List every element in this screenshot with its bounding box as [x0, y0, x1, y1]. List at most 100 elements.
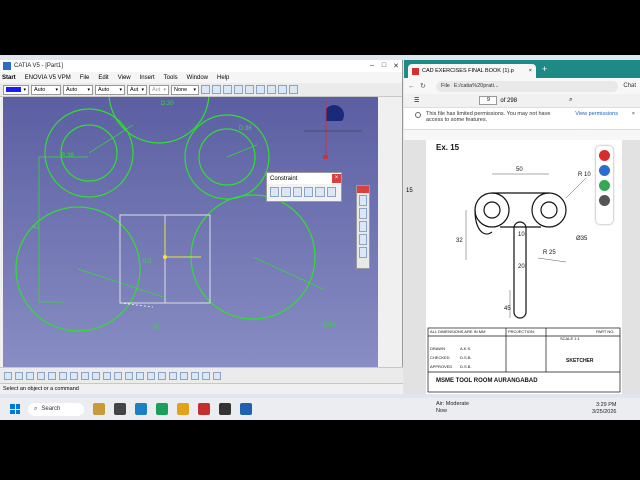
constraint-panel: Constraint ×	[266, 172, 342, 202]
trim-icon[interactable]	[359, 221, 367, 232]
linetype-select[interactable]: Auto ▾	[31, 84, 61, 95]
paste-icon[interactable]	[70, 371, 78, 380]
none-select[interactable]: None ▾	[171, 84, 199, 95]
taskbar-app-chrome[interactable]	[156, 403, 168, 415]
windows-start-icon[interactable]	[10, 404, 20, 414]
menu-tools[interactable]: Tools	[164, 75, 178, 81]
catia-logo-icon	[3, 62, 11, 70]
save-icon[interactable]	[26, 371, 34, 380]
copilot-chat-button[interactable]: Chat	[623, 83, 636, 89]
taskbar-app-terminal[interactable]	[219, 403, 231, 415]
taskbar-app-widgets[interactable]	[93, 403, 105, 415]
new-tab-icon[interactable]: +	[542, 64, 547, 74]
dim-20: 20	[518, 264, 525, 270]
menu-edit[interactable]: Edit	[98, 75, 108, 81]
row-approved: APPROVED	[430, 364, 452, 369]
menu-insert[interactable]: Insert	[140, 75, 155, 81]
measure-icon[interactable]	[202, 371, 210, 380]
tab-close-icon[interactable]: ×	[529, 68, 532, 74]
taskbar-app-pdf[interactable]	[240, 403, 252, 415]
tab-pdf[interactable]: CAD EXERCISES FINAL BOOK (1).p ×	[408, 64, 536, 78]
notice-close-icon[interactable]: ×	[632, 111, 635, 117]
system-clock[interactable]: 3:29 PM 3/25/2026	[592, 402, 616, 416]
circle-icon[interactable]	[267, 85, 276, 94]
profile-icon[interactable]	[359, 195, 367, 206]
line-icon[interactable]	[256, 85, 265, 94]
dim-r10: R 10	[578, 172, 591, 178]
paint-icon[interactable]	[201, 85, 210, 94]
snap-icon[interactable]	[223, 85, 232, 94]
page-total: of 298	[500, 97, 518, 104]
mirror-icon[interactable]	[359, 234, 367, 245]
zoom-out-icon[interactable]	[136, 371, 144, 380]
normal-view-icon[interactable]	[147, 371, 155, 380]
label-00: 0.0	[143, 259, 152, 265]
taskbar-app-catia[interactable]	[198, 403, 210, 415]
close-icon[interactable]: ✕	[390, 62, 402, 70]
zoom-in-icon[interactable]	[125, 371, 133, 380]
project-icon[interactable]	[359, 247, 367, 258]
hide-show-icon[interactable]	[180, 371, 188, 380]
contact-constraint-icon[interactable]	[292, 187, 302, 197]
grid-icon[interactable]	[212, 85, 221, 94]
shading-icon[interactable]	[169, 371, 177, 380]
menu-view[interactable]: View	[118, 75, 131, 81]
page-number-input[interactable]: 9	[479, 96, 498, 105]
menu-enovia[interactable]: ENOVIA V5 VPM	[25, 75, 71, 81]
animate-constraint-icon[interactable]	[326, 187, 336, 197]
auto-constraint-icon[interactable]	[315, 187, 325, 197]
weight-select[interactable]: Auto ▾	[63, 84, 93, 95]
menu-help[interactable]: Help	[217, 75, 229, 81]
fix-together-icon[interactable]	[303, 187, 314, 197]
open-icon[interactable]	[15, 371, 23, 380]
cut-icon[interactable]	[48, 371, 56, 380]
undo-icon[interactable]	[81, 371, 89, 380]
swap-space-icon[interactable]	[191, 371, 199, 380]
address-bar[interactable]: File E:/catia%20prati...	[436, 80, 619, 92]
taskbar-app-taskview[interactable]	[114, 403, 126, 415]
taskbar-search[interactable]: ⌕ Search	[28, 402, 84, 416]
maximize-icon[interactable]: □	[378, 62, 390, 70]
new-icon[interactable]	[4, 371, 12, 380]
erase-icon[interactable]	[599, 195, 610, 206]
color-select[interactable]: ▾	[3, 84, 29, 95]
draw-icon[interactable]	[599, 150, 610, 161]
redo-icon[interactable]	[92, 371, 100, 380]
menu-start[interactable]: Start	[2, 75, 16, 81]
technical-drawing: Ex. 15 50 R 10 Ø35 R 25 32 10 20 45 ALL …	[427, 143, 621, 393]
formula-icon[interactable]	[213, 371, 221, 380]
filter-select[interactable]: Aut ▾	[149, 84, 169, 95]
print-icon[interactable]	[37, 371, 45, 380]
constraint-icon[interactable]	[281, 187, 291, 197]
profile-toolbar-header	[357, 186, 369, 193]
spline-icon[interactable]	[278, 85, 287, 94]
pan-icon[interactable]	[103, 371, 111, 380]
compass-widget[interactable]	[304, 101, 362, 159]
construction-icon[interactable]	[234, 85, 243, 94]
search-icon[interactable]: ⌕	[569, 97, 572, 104]
layer-select[interactable]: Aut ▾	[127, 84, 147, 95]
constraint-dialog-icon[interactable]	[270, 187, 280, 197]
minimize-icon[interactable]: –	[366, 62, 378, 70]
taskbar-app-explorer[interactable]	[177, 403, 189, 415]
refresh-icon[interactable]: ↻	[420, 82, 429, 90]
copy-icon[interactable]	[59, 371, 67, 380]
rotate-icon[interactable]	[114, 371, 122, 380]
highlight-icon[interactable]	[599, 180, 610, 191]
arc-icon[interactable]	[359, 208, 367, 219]
menu-window[interactable]: Window	[187, 75, 208, 81]
rectangle-icon[interactable]	[245, 85, 254, 94]
catia-properties-toolbar: ▾ Auto ▾ Auto ▾ Auto ▾ Aut ▾ Aut ▾ None ▾	[0, 83, 402, 97]
view-permissions-link[interactable]: View permissions	[575, 111, 618, 117]
taskbar: ⌕ Search Air: Moderate Now 3:29 PM 3/25/2…	[0, 398, 640, 420]
menu-file[interactable]: File	[80, 75, 90, 81]
toc-icon[interactable]: ☰	[414, 97, 419, 104]
constraint-close-icon[interactable]: ×	[332, 174, 341, 183]
taskbar-app-edge[interactable]	[135, 403, 147, 415]
read-aloud-icon[interactable]	[599, 165, 610, 176]
ellipse-icon[interactable]	[289, 85, 298, 94]
iso-view-icon[interactable]	[158, 371, 166, 380]
weather-widget[interactable]: Air: Moderate Now	[436, 401, 469, 415]
pattern-select[interactable]: Auto ▾	[95, 84, 125, 95]
back-icon[interactable]: ←	[408, 83, 417, 90]
